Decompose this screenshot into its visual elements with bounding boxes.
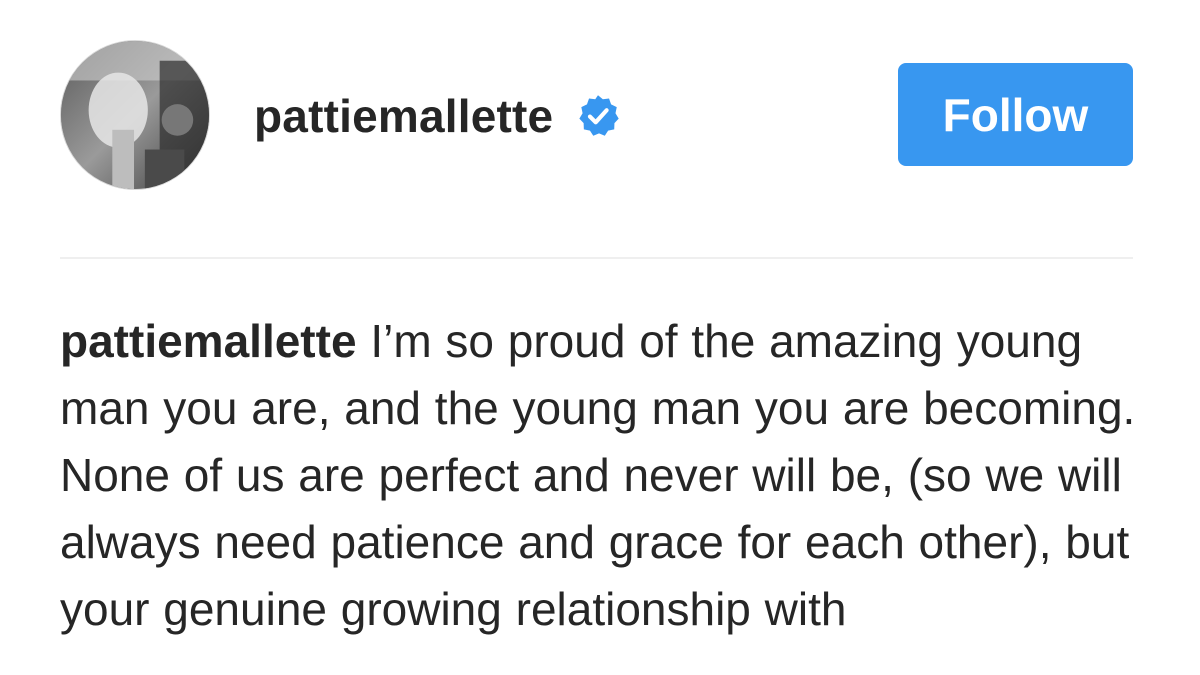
divider xyxy=(60,257,1133,259)
avatar[interactable] xyxy=(60,40,210,190)
post-caption: pattiemallette I’m so proud of the amazi… xyxy=(60,308,1140,643)
author-info: pattiemallette xyxy=(254,88,621,144)
follow-button[interactable]: Follow xyxy=(898,63,1133,166)
avatar-photo xyxy=(61,41,209,189)
post-header: pattiemallette Follow xyxy=(0,0,1200,230)
caption-author-link[interactable]: pattiemallette xyxy=(60,315,357,367)
verified-badge-icon xyxy=(575,93,621,139)
post-panel: pattiemallette Follow pattiemallette I’m… xyxy=(0,0,1200,675)
username-link[interactable]: pattiemallette xyxy=(254,89,553,143)
